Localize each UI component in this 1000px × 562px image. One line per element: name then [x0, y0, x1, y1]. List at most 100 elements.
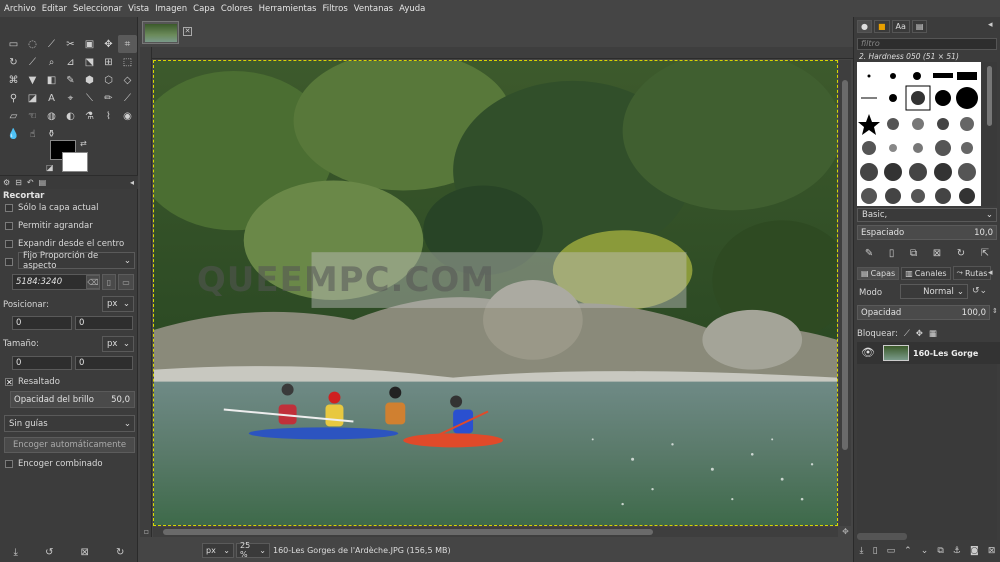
- dock-menu-icon[interactable]: ◂: [130, 178, 134, 187]
- lower-layer-icon[interactable]: ⌄: [921, 546, 929, 556]
- measure-icon[interactable]: ⊿: [61, 53, 80, 71]
- unit-select[interactable]: px ⌄: [202, 542, 234, 558]
- navigate-icon[interactable]: ✥: [840, 527, 851, 537]
- images-tab-icon[interactable]: ▤: [39, 178, 47, 187]
- ink-icon[interactable]: ⟍: [80, 89, 99, 107]
- shrink-merged-checkbox[interactable]: Encoger combinado: [5, 459, 103, 469]
- quick-mask-icon[interactable]: ▫: [141, 527, 152, 537]
- current-layer-only-checkbox[interactable]: Sólo la capa actual: [5, 203, 99, 213]
- align-icon[interactable]: ⊞: [99, 53, 118, 71]
- tab-paths[interactable]: ⤳ Rutas: [952, 266, 992, 280]
- smudge-icon[interactable]: ☜: [23, 107, 42, 125]
- tool-options-tab-icon[interactable]: ⚙: [3, 178, 10, 187]
- restore-options-icon[interactable]: ↺: [45, 547, 53, 558]
- menu-colores[interactable]: Colores: [221, 4, 253, 14]
- document-history-tab-icon[interactable]: ▤: [911, 20, 928, 33]
- lock-alpha-icon[interactable]: ▦: [929, 329, 937, 339]
- size-unit-select[interactable]: px ⌄: [102, 336, 134, 352]
- reset-options-icon[interactable]: ↻: [116, 547, 124, 558]
- mypaint-icon[interactable]: ⌇: [99, 107, 118, 125]
- brush-grid-scrollbar[interactable]: [982, 62, 997, 206]
- image-tab-thumbnail[interactable]: [142, 21, 179, 44]
- horizontal-scroll-thumb[interactable]: [163, 529, 653, 535]
- lock-pixels-icon[interactable]: ⟋: [904, 329, 910, 339]
- fixed-mode-select[interactable]: Fijo Proporción de aspecto ⌄: [18, 251, 135, 271]
- swap-colors-icon[interactable]: ⇄: [80, 139, 87, 148]
- expand-from-center-checkbox[interactable]: Expandir desde el centro: [5, 239, 124, 249]
- menu-ventanas[interactable]: Ventanas: [354, 4, 393, 14]
- new-layer-icon[interactable]: ▯: [873, 546, 878, 556]
- mask-icon[interactable]: ◙: [970, 546, 979, 556]
- menu-seleccionar[interactable]: Seleccionar: [73, 4, 122, 14]
- size-width-field[interactable]: 0: [12, 356, 72, 370]
- layer-mode-select[interactable]: Normal ⌄: [900, 284, 968, 299]
- heal-icon[interactable]: ⚲: [4, 89, 23, 107]
- menu-filtros[interactable]: Filtros: [322, 4, 347, 14]
- opacity-stepper[interactable]: ⇕: [992, 307, 998, 315]
- dock-menu-icon[interactable]: ◂: [988, 20, 993, 30]
- airbrush-icon[interactable]: ⌖: [61, 89, 80, 107]
- size-height-field[interactable]: 0: [75, 356, 133, 370]
- portrait-icon[interactable]: ▯: [102, 274, 116, 290]
- brush-grid[interactable]: [857, 62, 981, 206]
- edit-brush-icon[interactable]: ✎: [865, 248, 873, 259]
- open-as-image-icon[interactable]: ⇱: [981, 248, 989, 259]
- mode-reset-icon[interactable]: ↺⌄: [972, 286, 987, 296]
- menu-ayuda[interactable]: Ayuda: [399, 4, 425, 14]
- tab-layers[interactable]: ▤ Capas: [857, 266, 900, 280]
- blur-icon[interactable]: ◍: [42, 107, 61, 125]
- paintbrush-icon[interactable]: ⟋: [118, 89, 137, 107]
- cage-icon[interactable]: ⬡: [99, 71, 118, 89]
- crop-tool-icon[interactable]: ⌗: [118, 35, 137, 53]
- allow-growing-checkbox[interactable]: Permitir agrandar: [5, 221, 93, 231]
- brush-scroll-thumb[interactable]: [987, 66, 992, 126]
- layer-row[interactable]: 👁 160-Les Gorge: [857, 342, 1000, 364]
- save-options-icon[interactable]: ⤓: [14, 547, 18, 558]
- vertical-scrollbar[interactable]: [839, 60, 851, 526]
- menu-vista[interactable]: Vista: [128, 4, 149, 14]
- menu-archivo[interactable]: Archivo: [4, 4, 36, 14]
- highlight-checkbox[interactable]: ✕ Resaltado: [5, 377, 60, 387]
- undo-history-tab-icon[interactable]: ↶: [27, 178, 34, 187]
- fuzzy-select-icon[interactable]: ⟋: [42, 35, 61, 53]
- foreground-select-icon[interactable]: ▣: [80, 35, 99, 53]
- transform-icon[interactable]: ⬔: [80, 53, 99, 71]
- new-brush-icon[interactable]: ▯: [889, 248, 895, 259]
- warp-transform-icon[interactable]: ◇: [118, 71, 137, 89]
- close-icon[interactable]: ✕: [183, 27, 192, 36]
- anchor-icon[interactable]: ⚓: [953, 546, 961, 556]
- unified-transform-icon[interactable]: ⬚: [118, 53, 137, 71]
- warp-icon[interactable]: ⌘: [4, 71, 23, 89]
- drop-icon[interactable]: 💧: [4, 125, 23, 143]
- delete-options-icon[interactable]: ⊠: [81, 547, 89, 558]
- dodge-icon[interactable]: ◐: [61, 107, 80, 125]
- highlight-opacity-slider[interactable]: Opacidad del brillo 50,0: [10, 391, 135, 408]
- layer-list-scrollbar[interactable]: [857, 533, 907, 540]
- duplicate-brush-icon[interactable]: ⧉: [910, 248, 917, 259]
- eye-icon[interactable]: 👁: [861, 346, 875, 359]
- background-color-swatch[interactable]: [62, 152, 88, 172]
- pencil-icon[interactable]: ✏: [99, 89, 118, 107]
- bucket-icon[interactable]: ▼: [23, 71, 42, 89]
- zoom-select[interactable]: 25 % ⌄: [236, 541, 270, 559]
- filter-icon[interactable]: ◉: [118, 107, 137, 125]
- fonts-tab-icon[interactable]: Aa: [891, 20, 910, 33]
- folder-icon[interactable]: ▭: [887, 546, 896, 556]
- zoom-icon[interactable]: ⌕: [42, 53, 61, 71]
- clear-ratio-icon[interactable]: ⌫: [86, 275, 100, 289]
- fixed-checkbox[interactable]: [5, 258, 13, 266]
- horizontal-scrollbar[interactable]: [153, 527, 838, 537]
- brush-filter-input[interactable]: filtro: [857, 38, 997, 50]
- reset-colors-icon[interactable]: ◪: [46, 163, 54, 172]
- eraser-icon[interactable]: ▱: [4, 107, 23, 125]
- move-icon[interactable]: ✥: [99, 35, 118, 53]
- layer-opacity-slider[interactable]: Opacidad 100,0: [857, 305, 990, 320]
- color-picker-icon[interactable]: ⚗: [80, 107, 99, 125]
- brush-tag-select[interactable]: Basic, ⌄: [857, 208, 997, 222]
- delete-brush-icon[interactable]: ⊠: [933, 248, 941, 259]
- free-select-icon[interactable]: ◌: [23, 35, 42, 53]
- scissors-icon[interactable]: ✂: [61, 35, 80, 53]
- vertical-scroll-thumb[interactable]: [842, 80, 848, 450]
- duplicate-layer-icon[interactable]: ⧉: [937, 546, 943, 556]
- new-layer-group-icon[interactable]: ⤓: [860, 546, 864, 556]
